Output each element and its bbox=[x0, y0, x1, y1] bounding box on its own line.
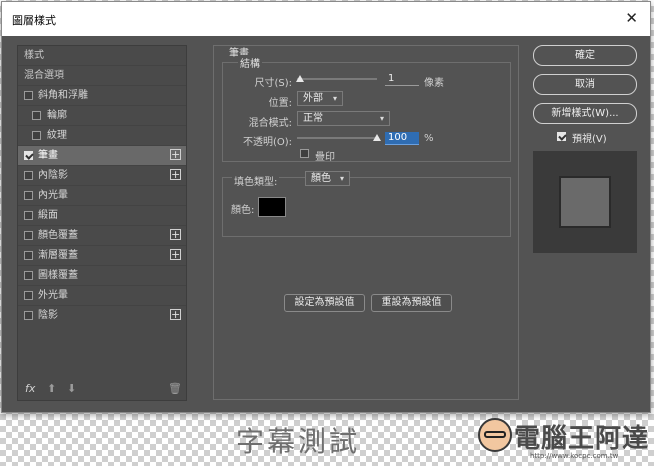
opacity-slider-thumb[interactable] bbox=[373, 134, 381, 141]
position-label: 位置: bbox=[268, 98, 292, 109]
subtitle-text: 字幕測試 bbox=[236, 425, 361, 458]
pattern-overlay-checkbox[interactable] bbox=[24, 271, 33, 280]
style-preview-swatch bbox=[559, 176, 611, 228]
sidebar-item-texture[interactable]: 紋理 bbox=[18, 126, 186, 146]
sidebar-item-inner-glow[interactable]: 內光暈 bbox=[18, 186, 186, 206]
size-slider-track[interactable] bbox=[297, 78, 377, 80]
sidebar-item-color-overlay[interactable]: 顏色覆蓋 + bbox=[18, 226, 186, 246]
add-color-overlay-icon[interactable]: + bbox=[170, 229, 181, 240]
sidebar-item-blending-options[interactable]: 混合選項 bbox=[18, 66, 186, 86]
opacity-input[interactable]: 100 bbox=[385, 132, 419, 145]
sidebar-item-drop-shadow[interactable]: 陰影 + bbox=[18, 306, 186, 326]
fill-type-select[interactable]: 顏色 ▾ bbox=[305, 171, 350, 186]
color-overlay-checkbox[interactable] bbox=[24, 231, 33, 240]
style-list-panel: 樣式 混合選項 斜角和浮雕 輪廓 紋理 筆畫 + 內陰影 + 內光暈 緞面 顏色… bbox=[17, 45, 187, 401]
cancel-button[interactable]: 取消 bbox=[533, 74, 637, 95]
blend-mode-select[interactable]: 正常 ▾ bbox=[297, 111, 390, 126]
color-label: 顏色: bbox=[231, 205, 255, 216]
fill-type-label: 填色類型: bbox=[232, 173, 280, 188]
overprint-checkbox[interactable] bbox=[300, 149, 309, 158]
size-slider-thumb[interactable] bbox=[296, 75, 304, 82]
chevron-down-icon: ▾ bbox=[379, 114, 384, 123]
sidebar-item-outer-glow[interactable]: 外光暈 bbox=[18, 286, 186, 306]
preview-checkbox[interactable] bbox=[557, 132, 566, 141]
sidebar-item-styles[interactable]: 樣式 bbox=[18, 46, 186, 66]
title-bar: 圖層樣式 ✕ bbox=[2, 2, 650, 36]
close-icon[interactable]: ✕ bbox=[625, 9, 638, 27]
reset-default-button[interactable]: 重設為預設值 bbox=[371, 294, 452, 312]
add-drop-shadow-icon[interactable]: + bbox=[170, 309, 181, 320]
inner-glow-checkbox[interactable] bbox=[24, 191, 33, 200]
size-input[interactable]: 1 bbox=[385, 73, 419, 86]
stroke-checkbox[interactable] bbox=[24, 151, 33, 160]
layer-style-dialog: 圖層樣式 ✕ 樣式 混合選項 斜角和浮雕 輪廓 紋理 筆畫 + 內陰影 + 內光… bbox=[1, 1, 651, 413]
blend-mode-label: 混合模式: bbox=[248, 118, 292, 129]
size-unit: 像素 bbox=[424, 78, 444, 89]
contour-checkbox[interactable] bbox=[32, 111, 41, 120]
stroke-color-swatch[interactable] bbox=[258, 197, 286, 217]
add-gradient-overlay-icon[interactable]: + bbox=[170, 249, 181, 260]
set-default-button[interactable]: 設定為預設值 bbox=[284, 294, 365, 312]
drop-shadow-checkbox[interactable] bbox=[24, 311, 33, 320]
size-label: 尺寸(S): bbox=[254, 78, 292, 89]
fx-icon[interactable]: fx bbox=[25, 382, 35, 395]
sidebar-item-bevel-emboss[interactable]: 斜角和浮雕 bbox=[18, 86, 186, 106]
sidebar-item-stroke[interactable]: 筆畫 + bbox=[18, 146, 186, 166]
brand-logo: 電腦王阿達 bbox=[514, 424, 650, 454]
window-title: 圖層樣式 bbox=[12, 14, 56, 27]
texture-checkbox[interactable] bbox=[32, 131, 41, 140]
ok-button[interactable]: 確定 bbox=[533, 45, 637, 66]
satin-checkbox[interactable] bbox=[24, 211, 33, 220]
inner-shadow-checkbox[interactable] bbox=[24, 171, 33, 180]
add-inner-shadow-icon[interactable]: + bbox=[170, 169, 181, 180]
position-select[interactable]: 外部 ▾ bbox=[297, 91, 343, 106]
style-preview bbox=[533, 151, 637, 253]
bevel-emboss-checkbox[interactable] bbox=[24, 91, 33, 100]
brand-url: http://www.kocpc.com.tw bbox=[530, 452, 619, 460]
preview-label: 預視(V) bbox=[572, 134, 607, 145]
sidebar-footer: fx ⬆ ⬇ 🗑 bbox=[18, 378, 186, 400]
opacity-slider-track[interactable] bbox=[297, 137, 377, 139]
sidebar-item-contour[interactable]: 輪廓 bbox=[18, 106, 186, 126]
outer-glow-checkbox[interactable] bbox=[24, 291, 33, 300]
brand-mascot-icon bbox=[478, 418, 512, 452]
move-up-icon[interactable]: ⬆ bbox=[47, 382, 56, 395]
chevron-down-icon: ▾ bbox=[332, 94, 337, 103]
trash-icon[interactable]: 🗑 bbox=[168, 382, 182, 395]
sidebar-item-satin[interactable]: 緞面 bbox=[18, 206, 186, 226]
sidebar-item-gradient-overlay[interactable]: 漸層覆蓋 + bbox=[18, 246, 186, 266]
sidebar-item-inner-shadow[interactable]: 內陰影 + bbox=[18, 166, 186, 186]
overprint-label: 疊印 bbox=[315, 152, 335, 163]
move-down-icon[interactable]: ⬇ bbox=[67, 382, 76, 395]
structure-title: 結構 bbox=[238, 55, 262, 70]
new-style-button[interactable]: 新增樣式(W)... bbox=[533, 103, 637, 124]
sidebar-item-pattern-overlay[interactable]: 圖樣覆蓋 bbox=[18, 266, 186, 286]
opacity-label: 不透明(O): bbox=[242, 137, 292, 148]
opacity-unit: % bbox=[424, 133, 434, 144]
chevron-down-icon: ▾ bbox=[339, 174, 344, 183]
add-stroke-icon[interactable]: + bbox=[170, 149, 181, 160]
gradient-overlay-checkbox[interactable] bbox=[24, 251, 33, 260]
